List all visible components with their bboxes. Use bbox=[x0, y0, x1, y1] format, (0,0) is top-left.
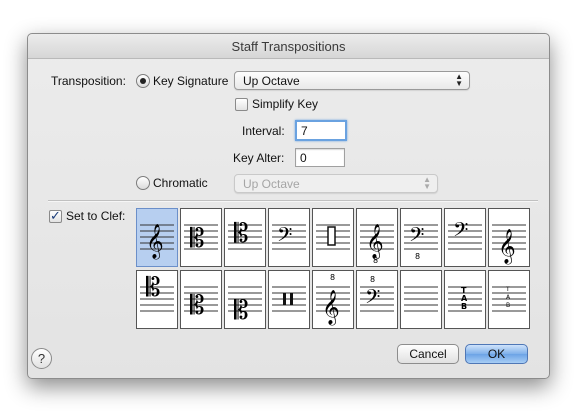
treble-clef-icon[interactable]: 𝄞 bbox=[136, 208, 178, 267]
window-title: Staff Transpositions bbox=[231, 39, 346, 54]
svg-text:𝄡: 𝄡 bbox=[234, 219, 249, 249]
treble-8vb-clef-icon[interactable]: 𝄞 8 bbox=[356, 208, 398, 267]
popup-arrows-icon: ▲ ▼ bbox=[455, 72, 463, 88]
key-signature-mode-popup[interactable]: Up Octave ▲ ▼ bbox=[234, 71, 470, 90]
key-alter-value: 0 bbox=[300, 151, 307, 165]
tab-clef-glyph: TAB bbox=[448, 286, 482, 312]
soprano-clef-icon[interactable]: 𝄡 bbox=[136, 270, 178, 329]
svg-text:𝄞: 𝄞 bbox=[146, 224, 164, 260]
chromatic-mode-popup[interactable]: Up Octave ▲ ▼ bbox=[234, 174, 438, 193]
bass-clef-glyph: 𝄢 bbox=[272, 223, 306, 251]
section-divider bbox=[48, 200, 538, 201]
set-to-clef-checkbox[interactable]: ✓ bbox=[49, 208, 62, 223]
chromatic-radio[interactable] bbox=[136, 176, 150, 190]
popup-arrows-icon: ▲ ▼ bbox=[423, 175, 431, 191]
key-alter-field[interactable]: 0 bbox=[295, 148, 345, 167]
bass-clef-icon[interactable]: 𝄢 bbox=[268, 208, 310, 267]
staff-transpositions-dialog: Staff Transpositions Transposition: Key … bbox=[27, 33, 550, 379]
svg-text:𝄢: 𝄢 bbox=[277, 223, 292, 251]
alto-clef-icon[interactable]: 𝄡 bbox=[180, 208, 222, 267]
french-violin-clef-icon[interactable]: 𝄞 bbox=[488, 208, 530, 267]
svg-text:8: 8 bbox=[330, 273, 335, 282]
key-signature-mode-value: Up Octave bbox=[243, 74, 300, 88]
bass-8vb-clef-icon[interactable]: 𝄢 8 bbox=[400, 208, 442, 267]
tenor-clef-glyph: 𝄡 bbox=[228, 219, 262, 250]
svg-text:𝄡: 𝄡 bbox=[190, 224, 205, 254]
svg-text:8: 8 bbox=[373, 256, 378, 265]
chromatic-label[interactable]: Chromatic bbox=[153, 176, 208, 190]
title-bar: Staff Transpositions bbox=[28, 34, 549, 59]
tab-small-clef-glyph: TAB bbox=[492, 286, 526, 312]
french-violin-clef-glyph: 𝄞 bbox=[492, 224, 526, 265]
bass-8vb-clef-glyph: 𝄢8 bbox=[404, 223, 438, 261]
svg-text:𝄢: 𝄢 bbox=[365, 285, 380, 313]
baritone-f-clef-glyph: 𝄢 bbox=[448, 218, 482, 250]
baritone-c-clef-glyph: 𝄡 bbox=[228, 286, 262, 326]
percussion-clef-glyph bbox=[316, 224, 350, 250]
baritone-c-clef-icon[interactable]: 𝄡 bbox=[224, 270, 266, 329]
ok-button[interactable]: OK bbox=[465, 344, 528, 364]
treble-8va-clef-glyph: 𝄞8 bbox=[316, 273, 350, 326]
svg-text:8: 8 bbox=[415, 252, 420, 261]
treble-8va-clef-icon[interactable]: 𝄞 8 bbox=[312, 270, 354, 329]
svg-text:𝄡: 𝄡 bbox=[234, 296, 249, 326]
blank-clef-glyph bbox=[404, 286, 438, 312]
svg-text:𝄡: 𝄡 bbox=[190, 291, 205, 321]
tenor-clef-icon[interactable]: 𝄡 bbox=[224, 208, 266, 267]
interval-field[interactable]: 7 bbox=[295, 120, 347, 141]
svg-text:A: A bbox=[506, 294, 511, 301]
checkmark-icon: ✓ bbox=[50, 208, 61, 223]
svg-text:T: T bbox=[505, 286, 510, 293]
baritone-f-clef-icon[interactable]: 𝄢 bbox=[444, 208, 486, 267]
key-signature-label[interactable]: Key Signature bbox=[153, 74, 228, 88]
svg-text:𝄢: 𝄢 bbox=[409, 223, 424, 251]
svg-text:𝄞: 𝄞 bbox=[366, 224, 384, 260]
simplify-key-label[interactable]: Simplify Key bbox=[252, 97, 318, 111]
treble-clef-glyph: 𝄞 bbox=[140, 224, 174, 260]
treble-8vb-clef-glyph: 𝄞8 bbox=[360, 224, 394, 265]
soprano-clef-glyph: 𝄡 bbox=[140, 273, 174, 312]
interval-value: 7 bbox=[301, 124, 308, 138]
transposition-label: Transposition: bbox=[51, 74, 126, 88]
blank-clef-icon[interactable] bbox=[400, 270, 442, 329]
simplify-key-checkbox[interactable] bbox=[235, 98, 248, 111]
chromatic-mode-value: Up Octave bbox=[243, 177, 300, 191]
svg-text:B: B bbox=[506, 302, 510, 309]
mezzo-soprano-clef-icon[interactable]: 𝄡 bbox=[180, 270, 222, 329]
alto-clef-glyph: 𝄡 bbox=[184, 224, 218, 254]
svg-text:𝄞: 𝄞 bbox=[322, 290, 340, 326]
set-to-clef-label[interactable]: Set to Clef: bbox=[66, 209, 125, 223]
mezzo-soprano-clef-glyph: 𝄡 bbox=[184, 286, 218, 321]
interval-label: Interval: bbox=[242, 124, 285, 138]
bass-8va-clef-icon[interactable]: 𝄢 8 bbox=[356, 270, 398, 329]
percussion-clef-icon[interactable] bbox=[312, 208, 354, 267]
svg-text:𝄞: 𝄞 bbox=[498, 229, 516, 265]
svg-text:𝄡: 𝄡 bbox=[146, 273, 161, 303]
svg-text:𝄢: 𝄢 bbox=[453, 218, 468, 246]
cancel-button[interactable]: Cancel bbox=[397, 344, 459, 364]
percussion-2-clef-glyph bbox=[272, 286, 306, 312]
svg-text:8: 8 bbox=[370, 275, 375, 284]
svg-text:B: B bbox=[461, 302, 467, 311]
tab-small-clef-icon[interactable]: TAB bbox=[488, 270, 530, 329]
bass-8va-clef-glyph: 𝄢8 bbox=[360, 275, 394, 313]
key-alter-label: Key Alter: bbox=[233, 151, 285, 165]
tab-clef-icon[interactable]: TAB bbox=[444, 270, 486, 329]
help-button[interactable]: ? bbox=[31, 348, 52, 369]
percussion-2-clef-icon[interactable] bbox=[268, 270, 310, 329]
key-signature-radio[interactable] bbox=[136, 74, 150, 88]
